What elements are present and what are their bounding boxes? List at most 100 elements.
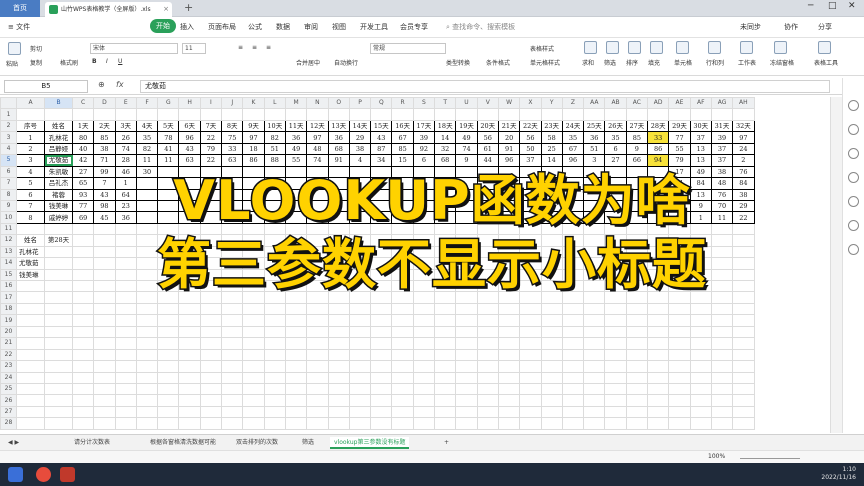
row-header[interactable]: 1 <box>0 108 17 121</box>
empty-cell[interactable] <box>306 268 329 282</box>
row-header[interactable]: 9 <box>0 199 17 213</box>
empty-cell[interactable] <box>647 302 670 316</box>
data-cell[interactable]: 37 <box>710 154 734 167</box>
empty-cell[interactable] <box>391 234 414 247</box>
empty-cell[interactable] <box>242 245 265 259</box>
empty-cell[interactable] <box>412 291 436 304</box>
row-header[interactable]: 14 <box>0 257 17 270</box>
empty-cell[interactable] <box>519 325 542 339</box>
data-cell[interactable]: 55 <box>284 154 308 167</box>
empty-cell[interactable] <box>93 268 116 282</box>
empty-cell[interactable] <box>583 245 606 259</box>
data-cell[interactable]: 11 <box>710 211 734 224</box>
data-cell[interactable] <box>540 177 563 190</box>
tab-nav-icons[interactable]: ◀ ▶ <box>4 437 23 449</box>
worksheet-icon[interactable] <box>740 41 753 54</box>
empty-cell[interactable] <box>540 314 563 327</box>
empty-cell[interactable] <box>263 325 286 339</box>
empty-cell[interactable] <box>44 279 73 293</box>
empty-cell[interactable] <box>348 360 372 373</box>
empty-cell[interactable] <box>221 417 244 430</box>
data-cell[interactable]: 88 <box>263 154 286 167</box>
empty-cell[interactable] <box>434 325 457 339</box>
empty-cell[interactable] <box>242 417 265 430</box>
empty-cell[interactable] <box>476 268 499 282</box>
data-cell[interactable]: 91 <box>497 142 521 156</box>
empty-cell[interactable] <box>157 314 180 327</box>
empty-cell[interactable] <box>476 222 499 236</box>
empty-cell[interactable] <box>263 360 286 373</box>
data-cell[interactable] <box>242 211 265 224</box>
row-header[interactable]: 25 <box>0 382 17 396</box>
data-cell[interactable]: 55 <box>668 142 691 156</box>
tab-formulas[interactable]: 公式 <box>248 22 262 32</box>
header-cell[interactable]: 18天 <box>434 119 457 133</box>
empty-cell[interactable] <box>689 234 712 247</box>
empty-cell[interactable] <box>519 291 542 304</box>
header-cell[interactable]: 20天 <box>476 119 499 133</box>
empty-cell[interactable] <box>114 291 137 304</box>
header-cell[interactable]: 27天 <box>625 119 649 133</box>
empty-cell[interactable] <box>391 394 414 407</box>
empty-cell[interactable] <box>604 394 627 407</box>
chrome-icon[interactable] <box>36 467 51 482</box>
data-cell[interactable] <box>263 165 286 179</box>
empty-cell[interactable] <box>732 279 755 293</box>
empty-cell[interactable] <box>242 360 265 373</box>
empty-cell[interactable] <box>583 279 606 293</box>
filter-icon[interactable] <box>606 41 619 54</box>
empty-cell[interactable] <box>519 257 542 270</box>
data-cell[interactable] <box>178 188 201 201</box>
empty-cell[interactable] <box>221 314 244 327</box>
data-cell[interactable] <box>306 165 329 179</box>
empty-cell[interactable] <box>114 394 137 407</box>
empty-cell[interactable] <box>497 382 521 396</box>
column-header[interactable]: M <box>284 97 308 110</box>
data-cell[interactable]: 84 <box>689 177 712 190</box>
cell-button[interactable]: 单元格 <box>674 58 692 67</box>
empty-cell[interactable] <box>135 394 159 407</box>
tab-start[interactable]: 开始 <box>150 19 176 33</box>
empty-cell[interactable] <box>16 302 45 316</box>
empty-cell[interactable] <box>561 371 585 384</box>
column-header[interactable]: X <box>519 97 542 110</box>
empty-cell[interactable] <box>348 325 372 339</box>
row-header[interactable]: 16 <box>0 279 17 293</box>
empty-cell[interactable] <box>583 348 606 362</box>
data-cell[interactable] <box>221 188 244 201</box>
empty-cell[interactable] <box>327 337 350 350</box>
empty-cell[interactable] <box>434 302 457 316</box>
data-cell[interactable] <box>306 199 329 213</box>
document-tab[interactable]: 山竹WPS表格教学（全屏版）.xls × <box>45 2 172 17</box>
empty-cell[interactable] <box>348 279 372 293</box>
data-cell[interactable] <box>284 177 308 190</box>
bold-button[interactable]: B <box>92 58 97 65</box>
data-cell[interactable]: 13 <box>689 142 712 156</box>
column-header[interactable]: P <box>348 97 372 110</box>
column-header[interactable]: S <box>412 97 436 110</box>
empty-cell[interactable] <box>44 360 73 373</box>
row-header[interactable]: 21 <box>0 337 17 350</box>
data-cell[interactable]: 80 <box>71 131 95 144</box>
empty-cell[interactable] <box>306 394 329 407</box>
empty-cell[interactable] <box>16 348 45 362</box>
empty-cell[interactable] <box>199 394 223 407</box>
empty-cell[interactable] <box>710 337 734 350</box>
data-cell[interactable]: 35 <box>604 131 627 144</box>
empty-cell[interactable] <box>370 245 393 259</box>
empty-cell[interactable] <box>732 348 755 362</box>
empty-cell[interactable] <box>71 245 95 259</box>
data-cell[interactable]: 96 <box>178 131 201 144</box>
data-cell[interactable] <box>519 199 542 213</box>
empty-cell[interactable] <box>178 108 201 121</box>
empty-cell[interactable] <box>157 222 180 236</box>
empty-cell[interactable] <box>668 348 691 362</box>
column-header[interactable]: G <box>157 97 180 110</box>
data-cell[interactable] <box>284 188 308 201</box>
empty-cell[interactable] <box>306 257 329 270</box>
empty-cell[interactable] <box>561 257 585 270</box>
empty-cell[interactable] <box>348 268 372 282</box>
empty-cell[interactable] <box>540 234 563 247</box>
data-cell[interactable] <box>327 165 350 179</box>
empty-cell[interactable] <box>327 234 350 247</box>
